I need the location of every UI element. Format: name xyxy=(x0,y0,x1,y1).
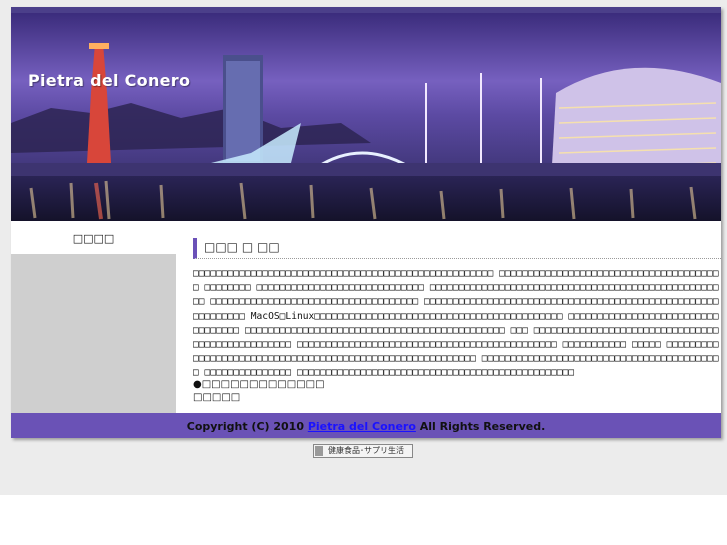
badge-icon xyxy=(315,446,323,456)
footer: Copyright (C) 2010 Pietra del Conero All… xyxy=(11,413,721,438)
sidebar-panel xyxy=(11,254,176,413)
page-frame: Pietra del Conero □□□□ □□□ □ □□ □□□□□□□□… xyxy=(11,7,721,438)
header-banner: Pietra del Conero xyxy=(11,13,721,221)
copyright-suffix: All Rights Reserved. xyxy=(415,420,546,433)
copyright-text: Copyright (C) 2010 Pietra del Conero All… xyxy=(187,420,546,433)
footer-home-link[interactable]: Pietra del Conero xyxy=(308,420,416,433)
sidebar-title: □□□□ xyxy=(72,232,115,245)
sub-text: □□□□□ xyxy=(193,392,241,403)
partner-badge-link[interactable]: 健康食品･サプリ生活 xyxy=(313,444,413,458)
copyright-prefix: Copyright (C) 2010 xyxy=(186,420,308,433)
sidebar: □□□□ xyxy=(11,221,176,413)
bullet-item: ●□□□□□□□□□□□□□ xyxy=(193,379,325,390)
harbor-night-image xyxy=(11,13,721,221)
badge-text: 健康食品･サプリ生活 xyxy=(328,446,404,455)
main-content: □□□ □ □□ □□□□□□□□□□□□□□□□□□□□□□□□□□□□□□□… xyxy=(193,221,721,413)
content-paragraph: □□□□□□□□□□□□□□□□□□□□□□□□□□□□□□□□□□□□□□□□… xyxy=(193,268,719,379)
site-title: Pietra del Conero xyxy=(28,71,191,90)
content-heading-text: □□□ □ □□ xyxy=(204,240,280,254)
content-heading: □□□ □ □□ xyxy=(193,238,721,259)
